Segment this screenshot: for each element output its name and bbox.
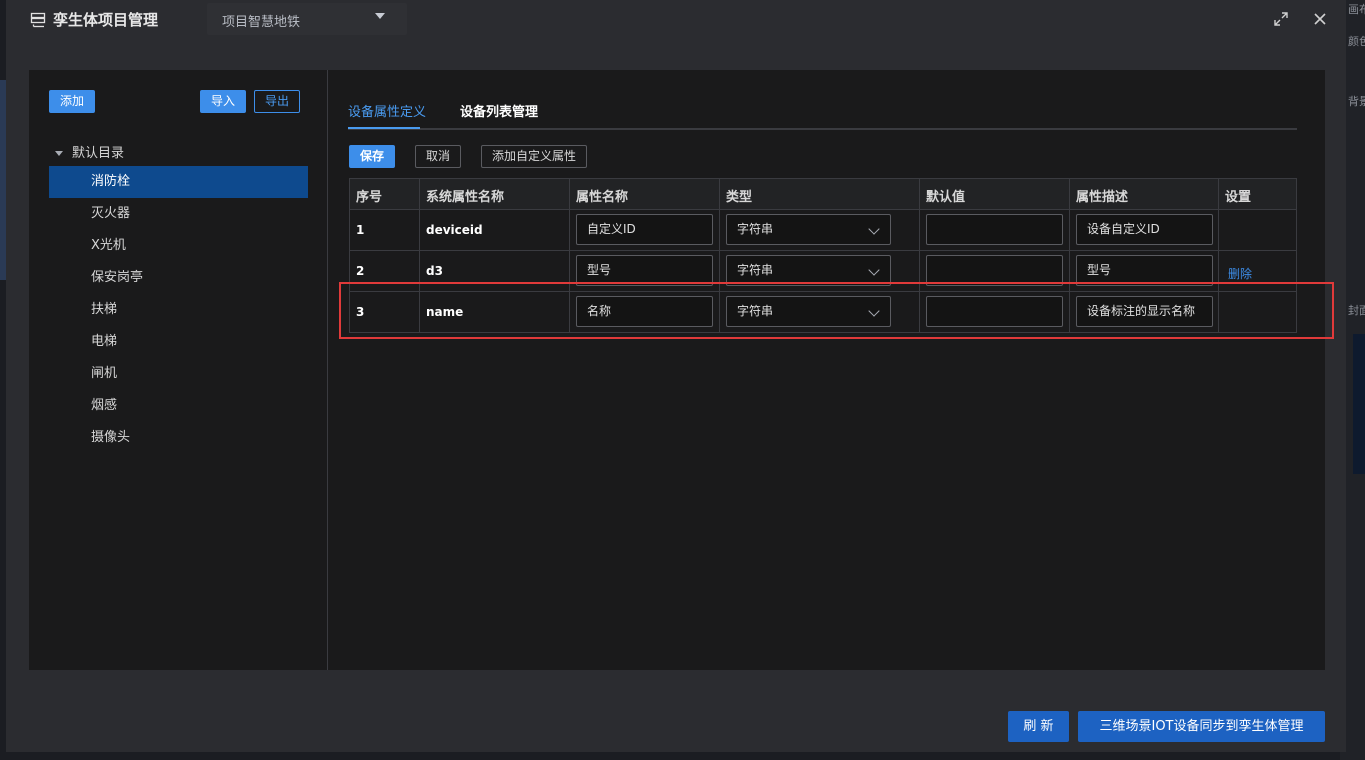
import-button[interactable]: 导入 [200,90,246,113]
caret-down-icon [55,151,63,156]
tree-item[interactable]: 电梯 [49,326,308,358]
column-header: 序号 [356,190,383,205]
project-dialog: 孪生体项目管理 项目智慧地铁 添加 导入 导出 默认目录 消防栓 灭火器 X光机… [6,0,1346,752]
tab-device-list[interactable]: 设备列表管理 [460,101,538,120]
table-row: 1 deviceid 自定义ID 字符串 设备自定义ID [350,210,1296,251]
background-thumbnail [1353,334,1365,474]
background-label: 背景 [1348,95,1365,108]
project-select[interactable]: 项目智慧地铁 [207,3,407,35]
table-header: 序号 系统属性名称 属性名称 类型 默认值 属性描述 设置 [350,179,1296,210]
highlight-box [339,282,1334,339]
caret-down-icon [375,13,385,19]
column-header: 属性描述 [1076,190,1129,205]
column-header: 类型 [726,190,753,205]
dialog-title: 孪生体项目管理 [53,11,159,29]
tree-item[interactable]: 烟感 [49,390,308,422]
add-custom-attribute-button[interactable]: 添加自定义属性 [481,145,587,168]
row-system-name: deviceid [426,223,483,237]
server-icon [30,12,46,28]
sidebar: 添加 导入 导出 默认目录 消防栓 灭火器 X光机 保安岗亭 扶梯 电梯 闸机 … [29,70,328,670]
sync-iot-button[interactable]: 三维场景IOT设备同步到孪生体管理 [1078,711,1325,742]
type-select-value: 字符串 [737,222,774,236]
column-header: 设置 [1225,190,1252,205]
active-tab-indicator [348,127,420,129]
background-label: 画布 [1348,3,1365,16]
row-system-name: d3 [426,264,443,278]
cancel-button[interactable]: 取消 [415,145,461,168]
tree-item[interactable]: 灭火器 [49,198,308,230]
title-bar: 孪生体项目管理 项目智慧地铁 [6,0,1346,40]
column-header: 属性名称 [576,190,629,205]
type-select-value: 字符串 [737,263,774,277]
tree-item[interactable]: 消防栓 [49,166,308,198]
background-label: 封面 [1348,304,1365,317]
chevron-down-icon [868,223,880,235]
tree-root-label: 默认目录 [72,146,125,161]
tree-item[interactable]: X光机 [49,230,308,262]
refresh-button[interactable]: 刷 新 [1008,711,1069,742]
description-input[interactable]: 设备自定义ID [1076,214,1213,245]
close-icon[interactable] [1311,10,1329,28]
tree-root-node[interactable]: 默认目录 [55,142,125,161]
attribute-name-input[interactable]: 自定义ID [576,214,713,245]
export-button[interactable]: 导出 [254,90,300,113]
dialog-content: 添加 导入 导出 默认目录 消防栓 灭火器 X光机 保安岗亭 扶梯 电梯 闸机 … [29,70,1325,670]
chevron-down-icon [868,264,880,276]
delete-link[interactable]: 删除 [1228,265,1252,282]
row-index: 2 [356,264,365,278]
default-value-input[interactable] [926,214,1063,245]
tree-item[interactable]: 扶梯 [49,294,308,326]
project-select-value: 项目智慧地铁 [222,15,301,30]
row-index: 1 [356,223,365,237]
background-label: 颜色 [1348,35,1365,48]
expand-icon[interactable] [1273,11,1289,27]
column-header: 默认值 [926,190,966,205]
tree-item[interactable]: 闸机 [49,358,308,390]
column-header: 系统属性名称 [426,190,505,205]
add-button[interactable]: 添加 [49,90,95,113]
tree-item[interactable]: 保安岗亭 [49,262,308,294]
tab-bar: 设备属性定义 设备列表管理 [348,94,1297,130]
type-select[interactable]: 字符串 [726,214,891,245]
save-button[interactable]: 保存 [349,145,395,168]
tab-attribute-definition[interactable]: 设备属性定义 [348,101,426,120]
tree-item[interactable]: 摄像头 [49,422,308,454]
main-panel: 设备属性定义 设备列表管理 保存 取消 添加自定义属性 序号 系统属性名称 属性… [329,70,1325,670]
